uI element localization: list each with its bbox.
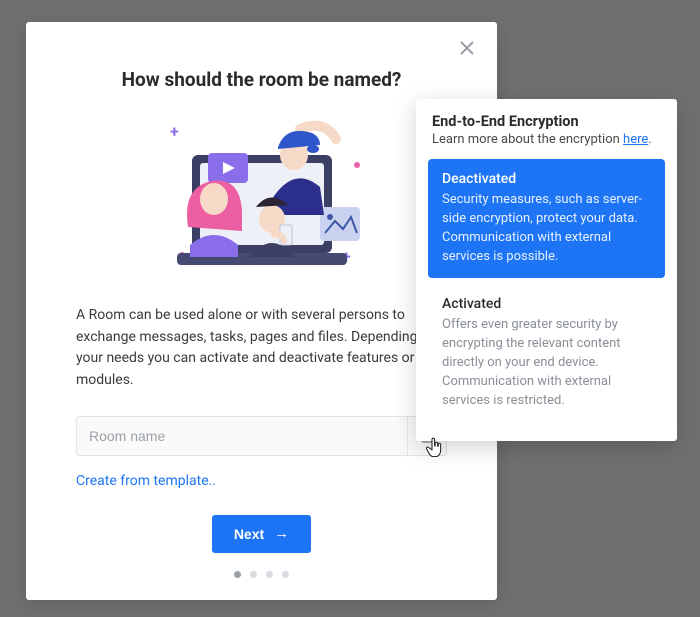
step-dot[interactable] [282, 571, 289, 578]
svg-text:+: + [170, 122, 179, 141]
close-icon[interactable] [459, 40, 479, 60]
step-dots [76, 571, 447, 578]
next-button-label: Next [234, 526, 264, 542]
room-name-row [76, 416, 447, 456]
popover-subtitle: Learn more about the encryption here. [428, 132, 665, 147]
learn-more-link[interactable]: here [623, 132, 648, 147]
step-dot[interactable] [234, 571, 241, 578]
option-desc: Security measures, such as server-side e… [442, 191, 651, 266]
modal-description: A Room can be used alone or with several… [76, 305, 447, 392]
step-dot[interactable] [266, 571, 273, 578]
option-title: Deactivated [442, 171, 651, 187]
next-button[interactable]: Next → [212, 515, 311, 553]
room-illustration: + + [132, 107, 392, 287]
step-dot[interactable] [250, 571, 257, 578]
modal-title: How should the room be named? [76, 68, 447, 91]
popover-title: End-to-End Encryption [428, 113, 665, 130]
create-from-template-link[interactable]: Create from template.. [76, 473, 216, 489]
option-title: Activated [442, 296, 651, 312]
encryption-option-deactivated[interactable]: Deactivated Security measures, such as s… [428, 159, 665, 278]
encryption-option-activated[interactable]: Activated Offers even greater security b… [428, 284, 665, 422]
arrow-right-icon: → [274, 525, 289, 542]
encryption-popover: End-to-End Encryption Learn more about t… [416, 99, 677, 441]
option-desc: Offers even greater security by encrypti… [442, 316, 651, 410]
room-name-input[interactable] [76, 416, 407, 456]
